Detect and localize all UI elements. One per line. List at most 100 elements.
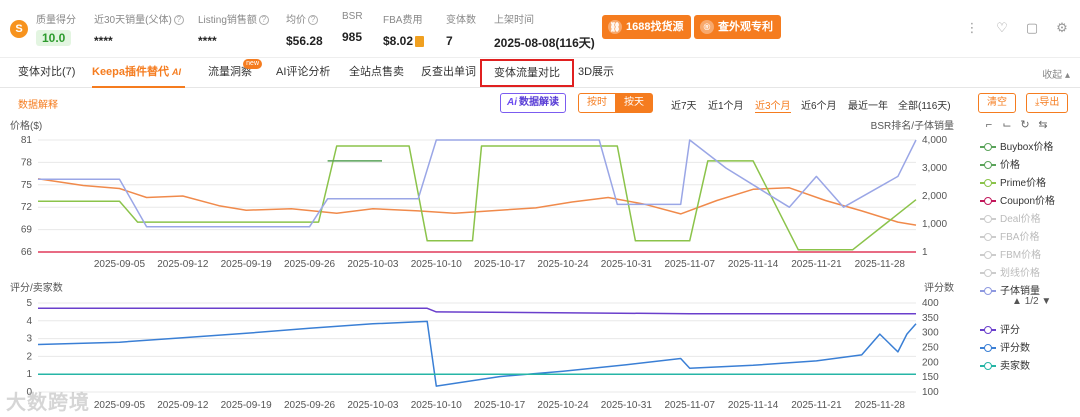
legend-bottom: 评分 评分数 卖家数 xyxy=(980,322,1030,376)
legend-label: Coupon价格 xyxy=(1000,196,1056,207)
y-tick-label: 1 xyxy=(26,369,32,380)
y2-axis-label: BSR排名/子体销量 xyxy=(871,119,954,132)
x-tick-label: 2025-09-26 xyxy=(284,259,336,270)
legend-marker-icon xyxy=(980,142,996,152)
legend-label: Prime价格 xyxy=(1000,178,1047,189)
legend-label: 评分数 xyxy=(1000,343,1030,354)
legend-pager[interactable]: ▲ 1/2 ▼ xyxy=(1012,296,1051,307)
legend-marker-icon xyxy=(980,361,996,371)
legend-label: Deal价格 xyxy=(1000,214,1041,225)
y-tick-label: 75 xyxy=(21,180,33,191)
legend-marker-icon xyxy=(980,232,996,242)
charts-canvas: 66 69 72 75 78 81 1 1,000 2,000 3,000 4,000 价格($) BS… xyxy=(10,119,954,411)
swap-icon[interactable]: ⇆ xyxy=(1036,118,1050,132)
y-tick-label: 66 xyxy=(21,247,33,258)
x-tick-label: 2025-10-24 xyxy=(537,259,589,270)
x-tick-label: 2025-09-19 xyxy=(221,400,273,411)
legend-marker-icon xyxy=(980,196,996,206)
y2-tick-label: 350 xyxy=(922,313,939,324)
legend-marker-icon xyxy=(980,343,996,353)
legend-marker-icon xyxy=(980,178,996,188)
legend-item[interactable]: 划线价格 xyxy=(980,265,1055,283)
y2-tick-label: 250 xyxy=(922,343,939,354)
series-line xyxy=(38,139,917,228)
y-tick-label: 81 xyxy=(21,135,33,146)
legend-label: 划线价格 xyxy=(1000,268,1040,279)
legend-label: FBM价格 xyxy=(1000,250,1042,261)
x-tick-label: 2025-09-12 xyxy=(157,259,209,270)
y-axis-label: 评分/卖家数 xyxy=(10,281,63,294)
legend-item[interactable]: 评分数 xyxy=(980,340,1030,358)
y-tick-label: 2 xyxy=(26,351,32,362)
y2-tick-label: 1 xyxy=(922,247,928,258)
x-tick-label: 2025-10-03 xyxy=(347,400,399,411)
legend-marker-icon xyxy=(980,325,996,335)
pager-next-icon[interactable]: ▼ xyxy=(1041,296,1051,307)
legend-item[interactable]: Coupon价格 xyxy=(980,193,1055,211)
x-tick-label: 2025-11-14 xyxy=(728,259,779,270)
y-tick-label: 3 xyxy=(26,334,32,345)
legend-item[interactable]: FBM价格 xyxy=(980,247,1055,265)
y-tick-label: 5 xyxy=(26,298,32,309)
y2-tick-label: 3,000 xyxy=(922,163,947,174)
x-tick-label: 2025-10-31 xyxy=(601,259,653,270)
x-tick-label: 2025-10-24 xyxy=(537,400,589,411)
price-bsr-chart: 66 69 72 75 78 81 1 1,000 2,000 3,000 4,000 价格($) BS… xyxy=(10,119,954,270)
pager-prev-icon[interactable]: ▲ xyxy=(1012,296,1022,307)
x-tick-label: 2025-10-10 xyxy=(411,400,463,411)
legend-tools: ⌐ ⌙ ↻ ⇆ xyxy=(982,118,1054,132)
y2-tick-label: 200 xyxy=(922,357,939,368)
y-axis-label: 价格($) xyxy=(10,119,42,132)
legend-marker-icon xyxy=(980,160,996,170)
x-tick-label: 2025-10-10 xyxy=(411,259,463,270)
legend-label: FBA价格 xyxy=(1000,232,1040,243)
y2-tick-label: 4,000 xyxy=(922,135,947,146)
x-tick-label: 2025-09-26 xyxy=(284,400,336,411)
legend-item[interactable]: FBA价格 xyxy=(980,229,1055,247)
y2-tick-label: 150 xyxy=(922,372,939,383)
legend-item[interactable]: Buybox价格 xyxy=(980,139,1055,157)
x-tick-label: 2025-09-19 xyxy=(221,259,273,270)
legend-marker-icon xyxy=(980,286,996,296)
legend-label: 价格 xyxy=(1000,160,1020,171)
y2-axis-label: 评分数 xyxy=(924,281,954,294)
x-tick-label: 2025-09-05 xyxy=(94,400,146,411)
y2-tick-label: 300 xyxy=(922,328,939,339)
y2-tick-label: 400 xyxy=(922,298,939,309)
y-tick-label: 69 xyxy=(21,225,33,236)
x-tick-label: 2025-11-14 xyxy=(728,400,779,411)
y-tick-label: 72 xyxy=(21,202,33,213)
legend-label: Buybox价格 xyxy=(1000,142,1054,153)
rating-chart: 012345100150200250300350400评分/卖家数 评分数2025… xyxy=(10,281,954,411)
legend-item[interactable]: 评分 xyxy=(980,322,1030,340)
x-tick-label: 2025-09-05 xyxy=(94,259,146,270)
x-tick-label: 2025-11-07 xyxy=(665,400,716,411)
watermark: 大数跨境 xyxy=(6,392,90,414)
y2-tick-label: 2,000 xyxy=(922,191,947,202)
refresh-icon[interactable]: ↻ xyxy=(1018,118,1032,132)
y-tick-label: 78 xyxy=(21,157,33,168)
x-tick-label: 2025-11-21 xyxy=(791,400,842,411)
legend-item[interactable]: 价格 xyxy=(980,157,1055,175)
series-line xyxy=(37,320,917,387)
series-line xyxy=(38,307,916,315)
legend-label: 卖家数 xyxy=(1000,361,1030,372)
legend-label: 评分 xyxy=(1000,325,1020,336)
legend-item[interactable]: Deal价格 xyxy=(980,211,1055,229)
crop-alt-icon[interactable]: ⌙ xyxy=(1000,118,1014,132)
y-tick-label: 4 xyxy=(26,316,32,327)
y2-tick-label: 100 xyxy=(922,387,939,398)
x-tick-label: 2025-11-28 xyxy=(855,259,906,270)
x-tick-label: 2025-10-17 xyxy=(474,400,526,411)
x-tick-label: 2025-10-17 xyxy=(474,259,526,270)
legend-marker-icon xyxy=(980,268,996,278)
pager-text: 1/2 xyxy=(1024,296,1039,307)
legend-item[interactable]: 卖家数 xyxy=(980,358,1030,376)
y2-tick-label: 1,000 xyxy=(922,219,947,230)
x-tick-label: 2025-11-28 xyxy=(855,400,906,411)
legend-marker-icon xyxy=(980,214,996,224)
legend-item[interactable]: Prime价格 xyxy=(980,175,1055,193)
x-tick-label: 2025-09-12 xyxy=(157,400,209,411)
crop-icon[interactable]: ⌐ xyxy=(982,118,996,132)
legend-marker-icon xyxy=(980,250,996,260)
